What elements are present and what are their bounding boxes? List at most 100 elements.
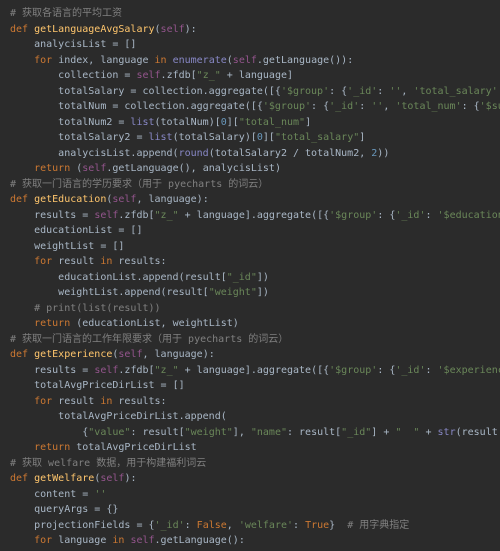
code-line[interactable]: return (educationList, weightList)	[10, 316, 500, 332]
token-str: '$experience	[438, 365, 500, 376]
token-str: "weight"	[185, 427, 233, 438]
token-str: ''	[94, 489, 106, 500]
code-line[interactable]: totalSalary = collection.aggregate([{'$g…	[10, 84, 500, 100]
token-kw: return	[34, 318, 76, 329]
token-punc: + language].aggregate([{	[179, 365, 330, 376]
code-line[interactable]: weightList = []	[10, 239, 500, 255]
code-line[interactable]: educationList = []	[10, 223, 500, 239]
code-line[interactable]: return (self.getLanguage(), analycisList…	[10, 161, 500, 177]
token-punc: : {	[377, 210, 395, 221]
token-punc: + language]	[221, 70, 293, 81]
token-punc: ,	[383, 101, 395, 112]
token-punc: (totalNum)[	[155, 117, 221, 128]
token-punc: ],	[233, 427, 251, 438]
token-str: '$education	[438, 210, 500, 221]
token-punc: : {	[377, 365, 395, 376]
code-line[interactable]: for language in self.getLanguage():	[10, 533, 500, 549]
token-punc: projectionFields = {	[34, 520, 154, 531]
code-line[interactable]: # 获取各语言的平均工资	[10, 6, 500, 22]
code-line[interactable]: def getLanguageAvgSalary(self):	[10, 22, 500, 38]
token-str: ''	[371, 101, 383, 112]
code-line[interactable]: results = self.zfdb["z_" + language].agg…	[10, 208, 500, 224]
token-builtin: list	[148, 132, 172, 143]
token-punc: , language):	[136, 194, 208, 205]
token-punc: index, language	[58, 55, 154, 66]
code-line[interactable]: # 获取一门语言的工作年限要求（用于 pyecharts 的词云）	[10, 332, 500, 348]
token-str: "total_salary"	[275, 132, 359, 143]
token-str: "_id"	[341, 427, 371, 438]
code-line[interactable]: # 获取 welfare 数据，用于构建福利词云	[10, 456, 500, 472]
code-line[interactable]: totalNum = collection.aggregate([{'$grou…	[10, 99, 500, 115]
code-line[interactable]: # 获取一门语言的学历要求（用于 pyecharts 的词云）	[10, 177, 500, 193]
code-line[interactable]: for index, language in enumerate(self.ge…	[10, 53, 500, 69]
code-line[interactable]: for result in results:	[10, 394, 500, 410]
token-punc: totalAvgPriceDirList.append(	[58, 411, 227, 422]
token-punc: (result[	[456, 427, 500, 438]
token-punc: .zfdb[	[118, 365, 154, 376]
token-cm: # 用字典指定	[347, 520, 409, 531]
token-punc: ,	[227, 520, 239, 531]
token-punc: analycisList.append(	[58, 148, 178, 159]
token-str: "total_num"	[239, 117, 305, 128]
token-param: self	[94, 365, 118, 376]
code-line[interactable]: content = ''	[10, 487, 500, 503]
token-kw: in	[100, 256, 118, 267]
token-kw: def	[10, 24, 34, 35]
code-line[interactable]: totalAvgPriceDirList.append(	[10, 409, 500, 425]
token-str: '_id'	[155, 520, 185, 531]
code-line[interactable]: queryArgs = {}	[10, 502, 500, 518]
token-punc: results:	[118, 256, 166, 267]
token-punc: : {	[329, 86, 347, 97]
code-line[interactable]: def getEducation(self, language):	[10, 192, 500, 208]
token-punc: ,	[401, 86, 413, 97]
token-str: '_id'	[395, 365, 425, 376]
token-punc: :	[359, 101, 371, 112]
code-line[interactable]: for result in results:	[10, 254, 500, 270]
code-editor[interactable]: # 获取各语言的平均工资def getLanguageAvgSalary(sel…	[0, 0, 500, 551]
token-punc: ]	[359, 132, 365, 143]
token-fn: getLanguageAvgSalary	[34, 24, 154, 35]
token-punc: : result[	[287, 427, 341, 438]
token-punc: : {	[311, 101, 329, 112]
code-line[interactable]: totalAvgPriceDirList = []	[10, 378, 500, 394]
token-punc: +	[419, 427, 437, 438]
code-line[interactable]: educationList.append(result["_id"])	[10, 270, 500, 286]
code-line[interactable]: projectionFields = {'_id': False, 'welfa…	[10, 518, 500, 534]
token-punc: .getLanguage(), analycisList)	[106, 163, 281, 174]
code-line[interactable]: {"value": result["weight"], "name": resu…	[10, 425, 500, 441]
token-str: "name"	[251, 427, 287, 438]
code-line[interactable]: results = self.zfdb["z_" + language].agg…	[10, 363, 500, 379]
token-punc: ):	[124, 473, 136, 484]
code-line[interactable]: def getWelfare(self):	[10, 471, 500, 487]
token-punc: ] +	[371, 427, 395, 438]
token-cm: # 获取一门语言的工作年限要求（用于 pyecharts 的词云）	[10, 334, 288, 345]
token-cm: # 获取 welfare 数据，用于构建福利词云	[10, 458, 206, 469]
code-line[interactable]: analycisList.append(round(totalSalary2 /…	[10, 146, 500, 162]
token-punc: weightList.append(result[	[58, 287, 209, 298]
code-line[interactable]: return totalAvgPriceDirList	[10, 440, 500, 456]
token-punc: result	[58, 256, 100, 267]
token-kw: def	[10, 473, 34, 484]
code-line[interactable]: weightList.append(result["weight"])	[10, 285, 500, 301]
token-param: self	[136, 70, 160, 81]
code-line[interactable]: totalSalary2 = list(totalSalary)[0]["tot…	[10, 130, 500, 146]
code-line[interactable]: # print(list(result))	[10, 301, 500, 317]
code-line[interactable]: analycisList = []	[10, 37, 500, 53]
token-kw: def	[10, 194, 34, 205]
token-kw: return	[34, 163, 76, 174]
token-punc: queryArgs = {}	[34, 504, 118, 515]
token-bool: True	[305, 520, 329, 531]
code-line[interactable]: def getExperience(self, language):	[10, 347, 500, 363]
token-param: self	[118, 349, 142, 360]
token-punc: .getLanguage()):	[257, 55, 353, 66]
token-str: "weight"	[209, 287, 257, 298]
token-punc: ][	[263, 132, 275, 143]
token-param: self	[161, 24, 185, 35]
code-line[interactable]: collection = self.zfdb["z_" + language]	[10, 68, 500, 84]
token-param: self	[130, 535, 154, 546]
token-str: 'total_salary'	[413, 86, 497, 97]
token-punc: ):	[185, 24, 197, 35]
token-punc: totalSalary = collection.aggregate([{	[58, 86, 281, 97]
code-line[interactable]: totalNum2 = list(totalNum)[0]["total_num…	[10, 115, 500, 131]
token-fn: getEducation	[34, 194, 106, 205]
